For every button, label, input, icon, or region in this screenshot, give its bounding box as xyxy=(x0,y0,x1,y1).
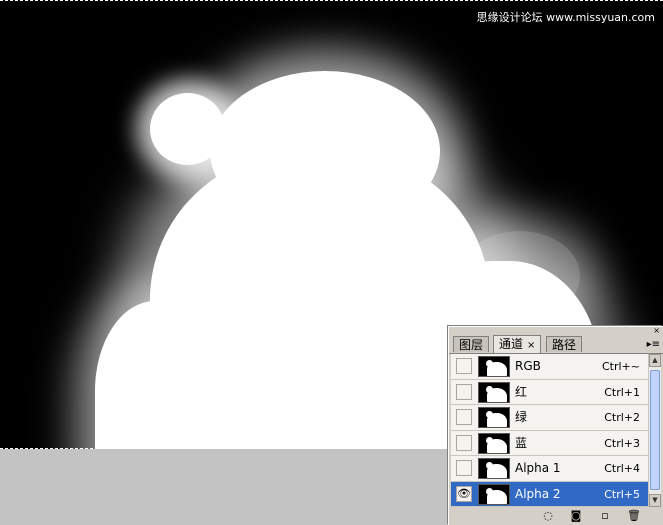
tab-layers[interactable]: 图层 xyxy=(453,336,490,352)
channel-name: 红 xyxy=(515,384,528,399)
channel-name: Alpha 1 xyxy=(515,461,561,475)
delete-channel-icon[interactable]: 🗑 xyxy=(627,509,641,523)
channel-row[interactable]: 绿 Ctrl+2 xyxy=(451,405,648,431)
panel-footer: ◌ ◙ ▫ 🗑 xyxy=(449,507,663,525)
channel-thumbnail xyxy=(478,458,510,479)
channel-name: Alpha 2 xyxy=(515,486,561,501)
scroll-down-icon[interactable]: ▼ xyxy=(649,494,661,507)
thumbnail-shape xyxy=(486,385,493,393)
channel-thumbnail xyxy=(478,483,510,505)
visibility-toggle[interactable] xyxy=(456,409,472,425)
channel-row[interactable]: 👁 Alpha 2 Ctrl+5 xyxy=(451,481,648,507)
thumbnail-shape xyxy=(486,436,493,444)
channel-shortcut: Ctrl+1 xyxy=(604,385,640,399)
channel-shortcut: Ctrl+4 xyxy=(604,462,640,475)
tab-paths-label: 路径 xyxy=(552,338,577,352)
panel-menu-icon[interactable]: ▸≡ xyxy=(647,339,660,350)
channel-thumbnail xyxy=(478,356,510,377)
save-selection-icon[interactable]: ◙ xyxy=(569,509,583,523)
tab-paths[interactable]: 路径 xyxy=(546,336,583,352)
tab-channels-label: 通道 xyxy=(499,337,524,351)
channel-shortcut: Ctrl+2 xyxy=(604,411,640,424)
channel-row[interactable]: 红 Ctrl+1 xyxy=(451,379,648,405)
panel-title-strip[interactable]: × xyxy=(449,327,663,335)
tab-layers-label: 图层 xyxy=(459,338,484,352)
channel-list-scrollbar[interactable]: ▲ ▼ xyxy=(648,354,661,507)
tab-close-icon[interactable]: × xyxy=(527,340,535,351)
visibility-toggle[interactable] xyxy=(456,434,472,451)
fur-edge-right xyxy=(460,231,580,321)
scrollbar-thumb[interactable] xyxy=(650,370,660,490)
thumbnail-shape xyxy=(486,487,493,495)
channel-name: RGB xyxy=(515,359,541,373)
tab-channels[interactable]: 通道 × xyxy=(493,335,542,353)
channel-name: 蓝 xyxy=(515,435,528,450)
eye-icon[interactable]: 👁 xyxy=(456,485,472,502)
visibility-toggle[interactable] xyxy=(456,383,472,400)
channel-shortcut: Ctrl+~ xyxy=(601,360,640,373)
channel-shortcut: Ctrl+3 xyxy=(604,436,640,450)
thumbnail-shape xyxy=(486,411,493,418)
scroll-up-icon[interactable]: ▲ xyxy=(649,354,661,367)
channel-row[interactable]: Alpha 1 Ctrl+4 xyxy=(451,456,648,482)
visibility-toggle[interactable] xyxy=(456,460,472,476)
channel-name: 绿 xyxy=(515,410,528,424)
load-selection-icon[interactable]: ◌ xyxy=(541,509,555,523)
channels-panel[interactable]: × 图层 通道 × 路径 ▸≡ RGB Ctrl+~ 红 Ctrl+1 绿 Ctrl+2 蓝 C… xyxy=(448,326,663,525)
mask-lower-left xyxy=(95,301,215,449)
panel-close-icon[interactable]: × xyxy=(653,327,660,335)
channel-row[interactable]: RGB Ctrl+~ xyxy=(451,354,648,380)
channel-row[interactable]: 蓝 Ctrl+3 xyxy=(451,430,648,456)
visibility-toggle[interactable] xyxy=(456,358,472,374)
channel-thumbnail xyxy=(478,407,510,428)
channel-thumbnail xyxy=(478,381,510,403)
new-channel-icon[interactable]: ▫ xyxy=(598,509,612,523)
panel-tabbar: 图层 通道 × 路径 ▸≡ xyxy=(449,335,663,354)
channel-shortcut: Ctrl+5 xyxy=(604,487,640,501)
channel-list: RGB Ctrl+~ 红 Ctrl+1 绿 Ctrl+2 蓝 Ctrl+3 Alpha 1 Ctr… xyxy=(451,354,648,507)
channel-thumbnail xyxy=(478,432,510,454)
watermark-text: 思缘设计论坛 www.missyuan.com xyxy=(476,11,655,24)
thumbnail-shape xyxy=(486,462,493,469)
thumbnail-shape xyxy=(486,360,493,367)
